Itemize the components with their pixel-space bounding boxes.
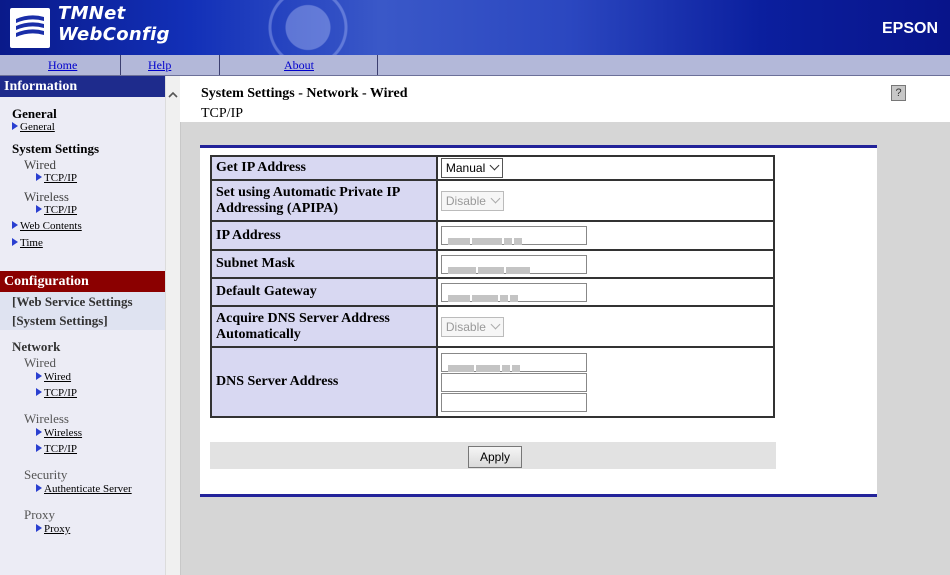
get-ip-label: Get IP Address (210, 155, 438, 181)
sidebar-item-authenticate-server[interactable]: Authenticate Server (36, 483, 165, 495)
scroll-up-icon[interactable] (167, 90, 179, 100)
redacted-value (447, 360, 522, 372)
brand-subtitle: WebConfig (58, 24, 170, 45)
tcpip-form-table: Get IP Address Manual Set using Automati… (210, 155, 776, 418)
compass-decoration (178, 0, 438, 55)
settings-panel: Get IP Address Manual Set using Automati… (200, 145, 877, 497)
sidebar-heading-network: Network (12, 339, 61, 354)
dns-server-input-3[interactable] (440, 392, 587, 412)
sidebar-item-system-settings[interactable]: [System Settings] (0, 311, 165, 330)
default-gateway-label: Default Gateway (210, 277, 438, 307)
arrow-right-icon (36, 428, 42, 436)
table-row: Get IP Address Manual (210, 155, 776, 181)
dns-server-label: DNS Server Address (210, 346, 438, 418)
nav-divider (377, 55, 378, 75)
sidebar-label-wireless: Wireless (24, 189, 69, 204)
chevron-down-icon (490, 193, 501, 203)
apply-button[interactable]: Apply (468, 446, 522, 468)
sidebar-scrollbar[interactable] (165, 76, 181, 575)
sidebar-label-net-wired: Wired (24, 355, 56, 370)
chevron-down-icon (490, 319, 501, 329)
dns-auto-select[interactable]: Disable (440, 316, 504, 337)
sidebar-item-net-wireless-tcpip[interactable]: TCP/IP (36, 443, 165, 455)
sidebar-label-proxy: Proxy (24, 507, 56, 522)
table-row: Set using Automatic Private IP Addressin… (210, 179, 776, 222)
arrow-right-icon (36, 524, 42, 532)
sidebar-item-time[interactable]: Time (12, 237, 165, 249)
sidebar-item-wireless-tcpip[interactable]: TCP/IP (24, 204, 165, 216)
table-row: Subnet Mask (210, 249, 776, 279)
ip-address-input[interactable] (440, 226, 587, 245)
redacted-value (447, 233, 524, 245)
table-row: IP Address (210, 220, 776, 251)
dns-server-input-1[interactable] (440, 352, 587, 372)
nav-divider (120, 55, 121, 75)
sidebar-heading-system-settings: System Settings (12, 141, 100, 156)
sidebar-item-net-wired-tcpip[interactable]: TCP/IP (36, 387, 165, 399)
sidebar-item-web-contents[interactable]: Web Contents (12, 220, 165, 232)
nav-divider (219, 55, 220, 75)
nav-about-link[interactable]: About (284, 58, 314, 73)
table-row: Acquire DNS Server Address Automatically… (210, 305, 776, 348)
apipa-label: Set using Automatic Private IP Addressin… (210, 179, 438, 222)
sidebar-item-net-wireless[interactable]: Wireless (36, 427, 165, 439)
sidebar-section-configuration: Configuration (0, 271, 165, 292)
get-ip-select[interactable]: Manual (440, 158, 504, 178)
sidebar-item-wired-tcpip[interactable]: TCP/IP (24, 172, 165, 184)
sidebar-label-wired: Wired (24, 157, 56, 172)
vendor-logo: EPSON (881, 20, 938, 37)
dns-auto-label: Acquire DNS Server Address Automatically (210, 305, 438, 348)
subnet-mask-label: Subnet Mask (210, 249, 438, 279)
arrow-right-icon (36, 444, 42, 452)
sidebar-item-general[interactable]: General (12, 121, 165, 133)
sidebar-heading-general: General (12, 106, 57, 121)
sidebar-label-net-wireless: Wireless (24, 411, 69, 426)
help-icon[interactable]: ? (891, 85, 906, 101)
apply-bar: Apply (210, 442, 776, 469)
arrow-right-icon (36, 484, 42, 492)
sidebar-item-web-service-settings[interactable]: [Web Service Settings (0, 292, 165, 311)
sidebar-label-security: Security (24, 467, 68, 482)
chevron-down-icon (489, 160, 500, 171)
sidebar-section-information: Information (0, 76, 165, 97)
page-subtitle: TCP/IP (201, 106, 244, 121)
brand-title: TMNet (58, 3, 126, 24)
table-row: DNS Server Address (210, 346, 776, 418)
apipa-select[interactable]: Disable (440, 190, 504, 211)
arrow-right-icon (12, 221, 18, 229)
arrow-right-icon (12, 122, 18, 130)
tmnet-logo-icon (10, 8, 50, 48)
table-row: Default Gateway (210, 277, 776, 307)
arrow-right-icon (36, 388, 42, 396)
header-banner: TMNet WebConfig EPSON (0, 0, 950, 55)
page-title: System Settings - Network - Wired (201, 86, 408, 101)
arrow-right-icon (36, 205, 42, 213)
arrow-right-icon (36, 173, 42, 181)
sidebar: Information General General System Setti… (0, 76, 165, 575)
default-gateway-input[interactable] (440, 282, 587, 302)
sidebar-item-net-wired[interactable]: Wired (36, 371, 165, 383)
top-nav: Home Help About (0, 55, 950, 76)
redacted-value (447, 290, 520, 302)
nav-home-link[interactable]: Home (48, 58, 77, 73)
page-header: System Settings - Network - Wired TCP/IP… (180, 76, 950, 122)
sidebar-item-proxy[interactable]: Proxy (36, 523, 165, 535)
arrow-right-icon (12, 238, 18, 246)
redacted-value (447, 262, 532, 274)
dns-server-input-2[interactable] (440, 372, 587, 392)
nav-help-link[interactable]: Help (148, 58, 171, 73)
ip-address-label: IP Address (210, 220, 438, 251)
subnet-mask-input[interactable] (440, 254, 587, 274)
arrow-right-icon (36, 372, 42, 380)
